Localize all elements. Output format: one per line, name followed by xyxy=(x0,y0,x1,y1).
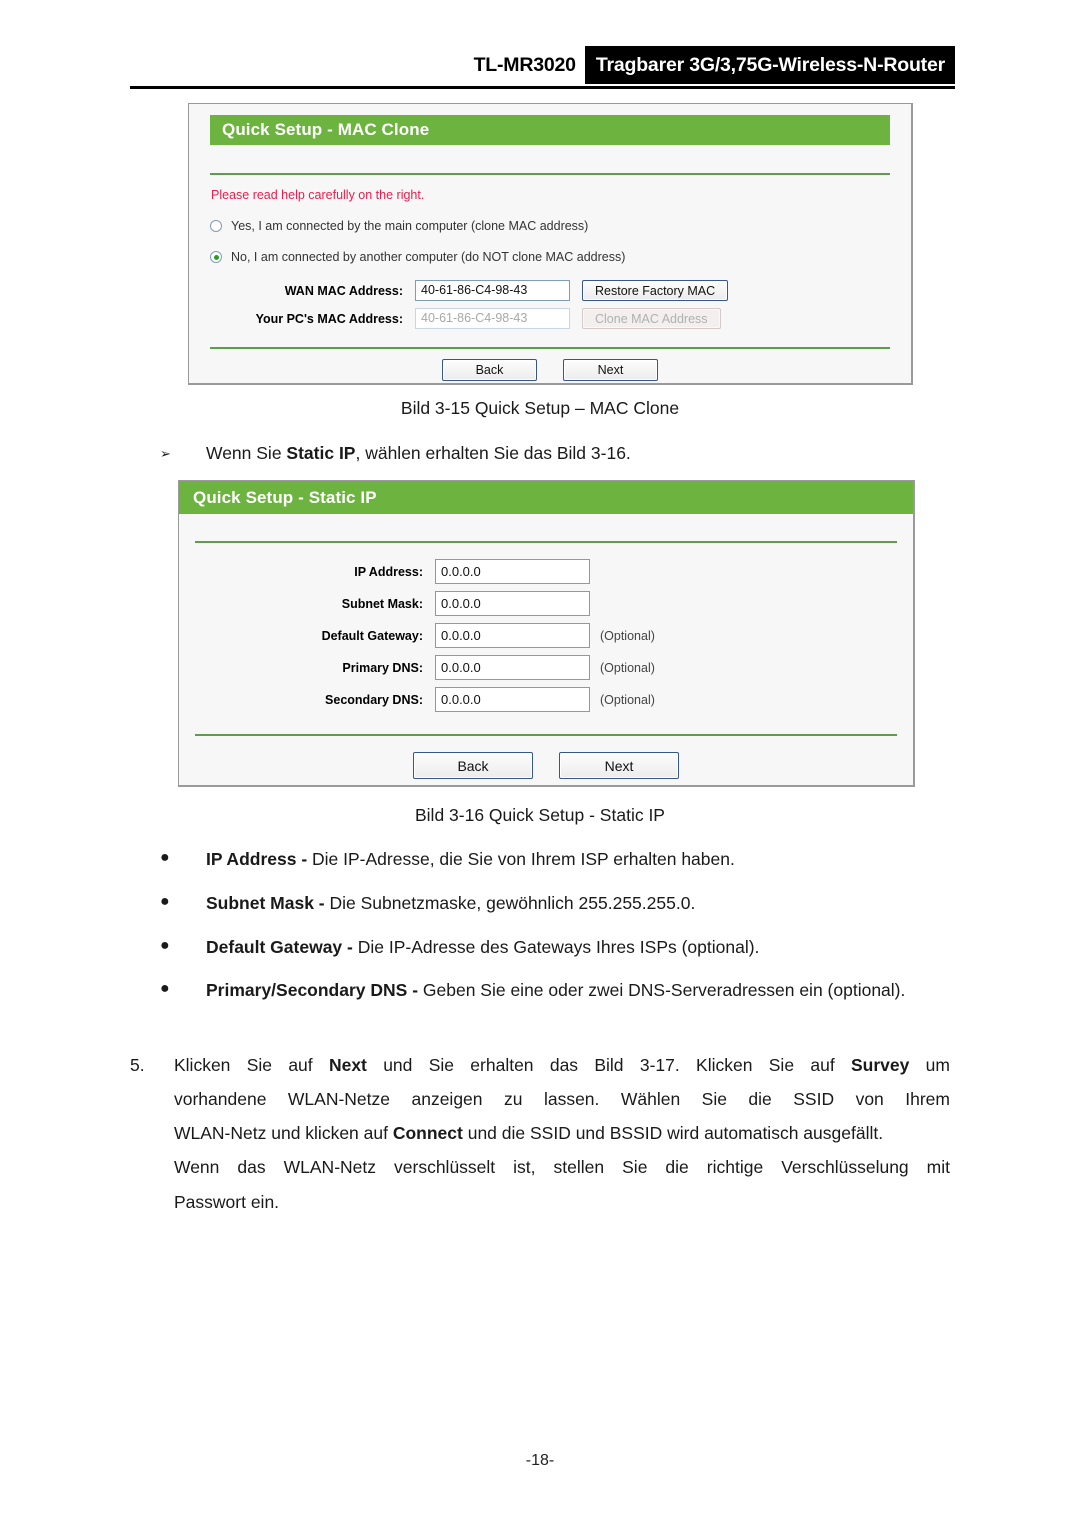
bullet-text-ip-address: IP Address - Die IP-Adresse, die Sie von… xyxy=(206,845,950,873)
arrow-text-bold: Static IP xyxy=(286,443,356,463)
mac-clone-next-button[interactable]: Next xyxy=(563,359,658,381)
radio-option-clone-yes[interactable]: Yes, I am connected by the main computer… xyxy=(210,219,890,233)
form-row-ip-address: IP Address: 0.0.0.0 xyxy=(200,559,892,584)
header-model-name: TL-MR3020 xyxy=(473,53,576,76)
step-paragraph: Klicken Sie auf Next und Sie erhalten da… xyxy=(174,1048,950,1219)
step-line-5: Passwort ein. xyxy=(174,1191,280,1212)
bullet-icon: ● xyxy=(160,849,170,866)
step-line1-part-a: Klicken Sie auf xyxy=(174,1055,329,1075)
static-ip-button-bar: Back Next xyxy=(179,752,913,779)
form-row-primary-dns: Primary DNS: 0.0.0.0 (Optional) xyxy=(200,655,892,680)
static-ip-panel-title: Quick Setup - Static IP xyxy=(179,481,913,514)
arrow-list-item-static-ip: ➢ Wenn Sie Static IP, wählen erhalten Si… xyxy=(160,443,950,464)
bullet-icon: ● xyxy=(160,937,170,954)
bullet-item-ip-address: ● IP Address - Die IP-Adresse, die Sie v… xyxy=(160,845,950,873)
radio-option-clone-no[interactable]: No, I am connected by another computer (… xyxy=(210,250,890,264)
input-subnet-mask[interactable]: 0.0.0.0 xyxy=(435,591,590,616)
bullet-bold-subnet-mask: Subnet Mask - xyxy=(206,893,330,913)
bullet-text-subnet-mask: Subnet Mask - Die Subnetzmaske, gewöhnli… xyxy=(206,889,950,917)
mac-clone-panel-title: Quick Setup - MAC Clone xyxy=(210,115,890,145)
step-line-2: vorhandene WLAN-Netze anzeigen zu lassen… xyxy=(174,1089,950,1110)
label-your-pc-mac-address: Your PC's MAC Address: xyxy=(255,311,403,326)
step-line-4: Wenn das WLAN-Netz verschlüsselt ist, st… xyxy=(174,1157,950,1178)
label-ip-address: IP Address: xyxy=(354,564,423,579)
bullet-body-ip-address: Die IP-Adresse, die Sie von Ihrem ISP er… xyxy=(312,849,735,869)
step-line3-part-a: WLAN-Netz und klicken auf xyxy=(174,1123,393,1144)
static-ip-form: IP Address: 0.0.0.0 Subnet Mask: 0.0.0.0… xyxy=(200,559,892,712)
arrow-text-suffix: , wählen erhalten Sie das Bild 3-16. xyxy=(355,443,631,463)
optional-hint-default-gateway: (Optional) xyxy=(600,628,655,643)
form-row-wan-mac: WAN MAC Address: 40-61-86-C4-98-43 Resto… xyxy=(210,280,890,301)
bullet-item-default-gateway: ● Default Gateway - Die IP-Adresse des G… xyxy=(160,933,950,961)
bullet-icon: ● xyxy=(160,980,170,997)
label-secondary-dns: Secondary DNS: xyxy=(325,692,423,707)
static-ip-bottom-divider xyxy=(195,734,897,736)
bullet-bold-ip-address: IP Address - xyxy=(206,849,313,869)
step-line-1: Klicken Sie auf Next und Sie erhalten da… xyxy=(174,1048,950,1082)
step-number: 5. xyxy=(130,1055,145,1075)
bullet-text-primary-secondary-dns: Primary/Secondary DNS - Geben Sie eine o… xyxy=(206,976,960,1004)
step-line3-bold-connect: Connect xyxy=(392,1123,463,1144)
input-default-gateway[interactable]: 0.0.0.0 xyxy=(435,623,590,648)
input-wan-mac-address[interactable]: 40-61-86-C4-98-43 xyxy=(415,280,570,301)
input-primary-dns[interactable]: 0.0.0.0 xyxy=(435,655,590,680)
header-product-name: Tragbarer 3G/3,75G-Wireless-N-Router xyxy=(584,46,955,84)
bullet-bold-primary-secondary-dns: Primary/Secondary DNS - xyxy=(206,980,423,1000)
step-line1-part-c: und Sie erhalten das Bild 3-17. Klicken … xyxy=(366,1055,851,1075)
radio-label-clone-no: No, I am connected by another computer (… xyxy=(231,250,626,264)
bullet-item-primary-secondary-dns: ● Primary/Secondary DNS - Geben Sie eine… xyxy=(160,976,960,1004)
optional-hint-secondary-dns: (Optional) xyxy=(600,692,655,707)
quick-setup-mac-clone-panel: Quick Setup - MAC Clone Please read help… xyxy=(188,103,913,385)
clone-mac-address-button: Clone MAC Address xyxy=(582,308,721,329)
radio-label-clone-yes: Yes, I am connected by the main computer… xyxy=(231,219,589,233)
label-default-gateway: Default Gateway: xyxy=(321,628,423,643)
bullet-text-default-gateway: Default Gateway - Die IP-Adresse des Gat… xyxy=(206,933,950,961)
form-row-subnet-mask: Subnet Mask: 0.0.0.0 xyxy=(200,591,892,616)
mac-clone-form: WAN MAC Address: 40-61-86-C4-98-43 Resto… xyxy=(210,280,890,329)
figure-caption-3-16: Bild 3-16 Quick Setup - Static IP xyxy=(415,805,665,825)
form-row-pc-mac: Your PC's MAC Address: 40-61-86-C4-98-43… xyxy=(210,308,890,329)
radio-icon-selected[interactable] xyxy=(210,251,222,263)
static-ip-next-button[interactable]: Next xyxy=(559,752,679,779)
step-line-3: WLAN-Netz und klicken auf Connect und di… xyxy=(174,1116,950,1150)
bullet-item-subnet-mask: ● Subnet Mask - Die Subnetzmaske, gewöhn… xyxy=(160,889,950,917)
static-ip-back-button[interactable]: Back xyxy=(413,752,533,779)
restore-factory-mac-button[interactable]: Restore Factory MAC xyxy=(582,280,729,301)
page-header: TL-MR3020 Tragbarer 3G/3,75G-Wireless-N-… xyxy=(130,46,955,92)
arrow-text-prefix: Wenn Sie xyxy=(206,443,287,463)
static-ip-top-divider xyxy=(195,541,897,543)
label-primary-dns: Primary DNS: xyxy=(342,660,423,675)
step-line1-bold-survey: Survey xyxy=(851,1055,910,1075)
label-wan-mac-address: WAN MAC Address: xyxy=(284,283,403,298)
label-subnet-mask: Subnet Mask: xyxy=(341,596,423,611)
radio-icon-unselected[interactable] xyxy=(210,220,222,232)
mac-clone-bottom-divider xyxy=(210,347,890,349)
numbered-step-5: 5. Klicken Sie auf Next und Sie erhalten… xyxy=(130,1048,950,1219)
input-ip-address[interactable]: 0.0.0.0 xyxy=(435,559,590,584)
bullet-body-primary-secondary-dns: Geben Sie eine oder zwei DNS-Serveradres… xyxy=(422,980,906,1000)
input-your-pc-mac-address: 40-61-86-C4-98-43 xyxy=(415,308,570,329)
form-row-default-gateway: Default Gateway: 0.0.0.0 (Optional) xyxy=(200,623,892,648)
mac-clone-back-button[interactable]: Back xyxy=(442,359,537,381)
form-row-secondary-dns: Secondary DNS: 0.0.0.0 (Optional) xyxy=(200,687,892,712)
mac-clone-help-note: Please read help carefully on the right. xyxy=(211,188,425,202)
bullet-body-subnet-mask: Die Subnetzmaske, gewöhnlich 255.255.255… xyxy=(329,893,696,913)
mac-clone-button-bar: Back Next xyxy=(189,359,911,381)
arrow-bullet-icon: ➢ xyxy=(160,446,171,461)
input-secondary-dns[interactable]: 0.0.0.0 xyxy=(435,687,590,712)
step-line1-bold-next: Next xyxy=(328,1055,367,1075)
step-line1-part-e: um xyxy=(909,1055,950,1075)
figure-caption-3-15: Bild 3-15 Quick Setup – MAC Clone xyxy=(400,398,680,418)
bullet-bold-default-gateway: Default Gateway - xyxy=(206,937,358,957)
bullet-body-default-gateway: Die IP-Adresse des Gateways Ihres ISPs (… xyxy=(357,937,760,957)
arrow-list-item-text: Wenn Sie Static IP, wählen erhalten Sie … xyxy=(206,443,631,464)
optional-hint-primary-dns: (Optional) xyxy=(600,660,655,675)
quick-setup-static-ip-panel: Quick Setup - Static IP IP Address: 0.0.… xyxy=(178,480,915,787)
header-rule xyxy=(130,86,955,89)
bullet-icon: ● xyxy=(160,893,170,910)
page-number: -18- xyxy=(525,1452,555,1469)
mac-clone-top-divider xyxy=(210,173,890,175)
step-line3-part-c: und die SSID und BSSID wird automatisch … xyxy=(462,1123,884,1144)
